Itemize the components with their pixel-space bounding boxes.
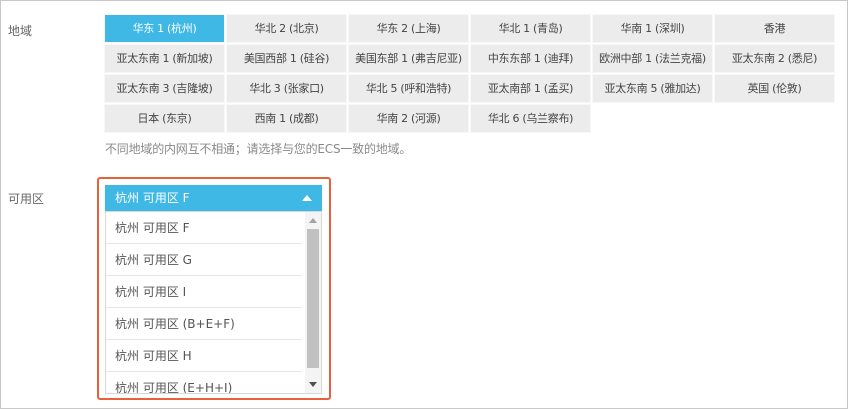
region-button[interactable]: 华北 5 (呼和浩特) [348,74,469,103]
region-button[interactable]: 香港 [714,14,835,43]
zone-selected-value: 杭州 可用区 F [115,191,190,205]
zone-option[interactable]: 杭州 可用区 F [106,212,302,244]
region-button[interactable]: 亚太南部 1 (孟买) [470,74,591,103]
region-button[interactable]: 亚太东南 2 (悉尼) [714,44,835,73]
region-button[interactable]: 欧洲中部 1 (法兰克福) [592,44,713,73]
zone-option[interactable]: 杭州 可用区 G [106,244,302,276]
region-button[interactable]: 日本 (东京) [104,104,225,133]
region-button[interactable]: 亚太东南 5 (雅加达) [592,74,713,103]
region-button[interactable]: 华南 1 (深圳) [592,14,713,43]
region-button[interactable]: 中东东部 1 (迪拜) [470,44,591,73]
region-button[interactable]: 华东 1 (杭州) [104,14,225,43]
region-button[interactable]: 美国东部 1 (弗吉尼亚) [348,44,469,73]
scroll-down-arrow-icon[interactable] [309,382,317,387]
region-button[interactable]: 华北 1 (青岛) [470,14,591,43]
zone-option[interactable]: 杭州 可用区 I [106,276,302,308]
region-button[interactable]: 华北 2 (北京) [226,14,347,43]
region-button[interactable]: 华北 6 (乌兰察布) [470,104,591,133]
region-button[interactable]: 英国 (伦敦) [714,74,835,103]
caret-up-icon[interactable] [302,195,312,201]
zone-option[interactable]: 杭州 可用区 (E+H+I) [106,372,302,393]
region-label: 地域 [8,24,33,38]
dropdown-scrollbar[interactable] [305,212,321,393]
zone-label: 可用区 [8,192,45,206]
region-button[interactable]: 西南 1 (成都) [226,104,347,133]
region-hint: 不同地域的内网互不相通；请选择与您的ECS一致的地域。 [105,142,412,156]
zone-option[interactable]: 杭州 可用区 (B+E+F) [106,308,302,340]
zone-option[interactable]: 杭州 可用区 H [106,340,302,372]
region-button[interactable]: 亚太东南 3 (吉隆坡) [104,74,225,103]
region-button[interactable]: 华北 3 (张家口) [226,74,347,103]
scrollbar-thumb[interactable] [307,229,319,368]
region-button[interactable]: 华南 2 (河源) [348,104,469,133]
region-button[interactable]: 华东 2 (上海) [348,14,469,43]
zone-select[interactable]: 杭州 可用区 F [105,185,322,211]
form-panel: 地域 华东 1 (杭州) 华北 2 (北京) 华东 2 (上海) 华北 1 (青岛) 华… [0,0,848,409]
zone-dropdown-list[interactable]: 杭州 可用区 (E+H+I) 杭州 可用区 H 杭州 可用区 (B+E+F) 杭州 可… [105,211,322,394]
region-button[interactable]: 美国西部 1 (硅谷) [226,44,347,73]
region-button[interactable]: 亚太东南 1 (新加坡) [104,44,225,73]
scroll-up-arrow-icon[interactable] [309,218,317,223]
